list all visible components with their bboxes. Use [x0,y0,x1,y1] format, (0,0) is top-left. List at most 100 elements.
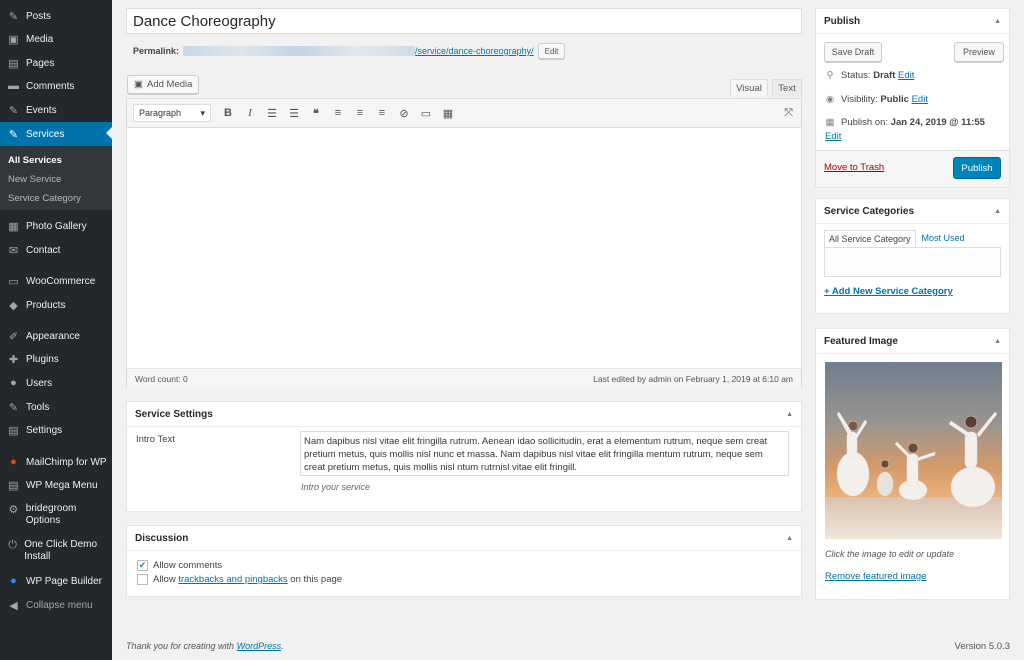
submenu-new-service[interactable]: New Service [8,174,61,185]
menu-label: MailChimp for WP [26,456,107,468]
menu-label: One Click Demo Install [24,539,98,562]
menu-item-pages[interactable]: ▤ Pages [0,52,112,74]
collapse-toggle-icon[interactable]: ▲ [994,18,1001,25]
read-more-icon[interactable]: ▭ [415,107,437,120]
tab-all-service-category[interactable]: All Service Category [824,230,916,247]
media-icon: ▣ [134,79,143,90]
collapse-menu-button[interactable]: ◀ Collapse menu [0,594,112,616]
featured-image[interactable] [825,362,1002,539]
media-icon: ▣ [8,33,19,46]
discussion-header[interactable]: Discussion ▲ [127,526,801,551]
remove-featured-image-link[interactable]: Remove featured image [825,571,926,582]
pin-icon: ✎ [8,10,19,23]
menu-label: Comments [26,80,75,92]
save-draft-button[interactable]: Save Draft [824,42,882,62]
preview-button[interactable]: Preview [954,42,1004,62]
menu-item-posts[interactable]: ✎ Posts [0,5,112,27]
tab-visual[interactable]: Visual [730,79,768,97]
collapse-toggle-icon[interactable]: ▲ [994,338,1001,345]
blockquote-icon[interactable]: ❝ [305,107,327,120]
permalink-label: Permalink: [133,46,180,56]
italic-icon[interactable]: I [239,107,261,119]
add-media-button[interactable]: ▣ Add Media [127,75,200,94]
status-label: Status: [841,70,871,81]
menu-item-media[interactable]: ▣ Media [0,28,112,50]
bullet-list-icon[interactable]: ☰ [261,107,283,120]
link-icon[interactable]: ⊘ [393,107,415,120]
bold-icon[interactable]: B [217,107,239,119]
services-submenu: All Services New Service Service Categor… [0,146,112,210]
align-left-icon[interactable]: ≡ [327,107,349,119]
post-title-input[interactable]: Dance Choreography [126,8,802,34]
menu-item-settings[interactable]: ▤ Settings [0,419,112,441]
fullscreen-icon[interactable]: ⤧ [784,107,793,120]
collapse-toggle-icon[interactable]: ▲ [994,208,1001,215]
publish-header[interactable]: Publish ▲ [816,9,1009,34]
numbered-list-icon[interactable]: ☰ [283,107,305,120]
gear-icon: ⚙ [8,504,19,516]
permalink-slug[interactable]: /service/dance-choreography/ [415,46,534,56]
menu-item-bridegroom-options[interactable]: ⚙ bridegroom Options [0,501,112,531]
menu-item-photo-gallery[interactable]: ▦ Photo Gallery [0,215,112,237]
service-settings-header[interactable]: Service Settings ▲ [127,402,801,427]
visibility-value: Public [880,94,909,105]
menu-item-appearance[interactable]: ✐ Appearance [0,325,112,347]
tab-most-used[interactable]: Most Used [916,230,971,247]
menu-item-products[interactable]: ◆ Products [0,294,112,316]
intro-text-textarea[interactable]: Nam dapibus nisl vitae elit fringilla ru… [300,431,789,476]
featured-image-header[interactable]: Featured Image ▲ [816,329,1009,354]
collapse-toggle-icon[interactable]: ▲ [786,535,793,542]
menu-item-comments[interactable]: ▬ Comments [0,75,112,97]
visibility-label: Visibility: [841,94,878,105]
visibility-row: ◉ Visibility: Public Edit [825,94,928,105]
add-new-category-link[interactable]: + Add New Service Category [824,286,953,297]
editor-body[interactable] [127,128,801,368]
last-edited: Last edited by admin on February 1, 2019… [593,373,793,384]
publish-button[interactable]: Publish [953,157,1001,179]
menu-item-one-click-demo[interactable]: ⏻ One Click Demo Install [0,537,112,567]
woocommerce-icon: ▭ [8,275,19,288]
publish-on-edit-link[interactable]: Edit [825,131,841,142]
chevron-down-icon: ▾ [200,107,205,118]
menu-item-tools[interactable]: ✎ Tools [0,396,112,418]
calendar-icon: ▦ [825,117,835,128]
tab-text[interactable]: Text [772,79,802,97]
menu-item-wp-page-builder[interactable]: ● WP Page Builder [0,570,112,592]
menu-item-woocommerce[interactable]: ▭ WooCommerce [0,270,112,292]
menu-item-events[interactable]: ✎ Events [0,99,112,121]
menu-item-contact[interactable]: ✉ Contact [0,239,112,261]
align-right-icon[interactable]: ≡ [371,107,393,119]
categories-header[interactable]: Service Categories ▲ [816,199,1009,224]
wordpress-link[interactable]: WordPress [237,641,282,651]
menu-item-mailchimp[interactable]: ● MailChimp for WP [0,451,112,473]
menu-item-users[interactable]: ● Users [0,372,112,394]
status-edit-link[interactable]: Edit [898,70,914,81]
move-to-trash-link[interactable]: Move to Trash [824,162,884,173]
permalink-edit-button[interactable]: Edit [537,43,566,59]
settings-icon: ▤ [8,424,19,437]
products-icon: ◆ [9,299,18,312]
visibility-edit-link[interactable]: Edit [912,94,928,105]
format-select[interactable]: Paragraph ▾ [133,104,211,122]
status-value: Draft [873,70,896,81]
submenu-all-services[interactable]: All Services [8,155,62,166]
toolbar-toggle-icon[interactable]: ▦ [437,107,459,120]
submenu-service-category[interactable]: Service Category [8,193,81,204]
allow-trackbacks-checkbox[interactable] [137,574,148,585]
menu-label: bridegroom Options [25,503,77,526]
menu-label: Photo Gallery [26,220,87,232]
service-categories-box: Service Categories ▲ All Service Category… [815,198,1010,314]
trackbacks-link[interactable]: trackbacks and pingbacks [178,574,287,585]
publish-footer: Move to Trash Publish [816,150,1009,187]
menu-item-services[interactable]: ✎ Services [0,122,112,146]
menu-item-wp-mega-menu[interactable]: ▤ WP Mega Menu [0,474,112,496]
format-value: Paragraph [139,108,182,118]
menu-item-plugins[interactable]: ✚ Plugins [0,348,112,370]
appearance-icon: ✐ [8,330,19,343]
menu-label: WP Mega Menu [26,479,98,491]
allow-comments-checkbox[interactable]: ✔ [137,560,148,571]
pagebuilder-icon: ● [10,575,17,587]
editor-status-bar: Word count: 0 Last edited by admin on Fe… [127,368,801,388]
collapse-toggle-icon[interactable]: ▲ [786,411,793,418]
align-center-icon[interactable]: ≡ [349,107,371,119]
